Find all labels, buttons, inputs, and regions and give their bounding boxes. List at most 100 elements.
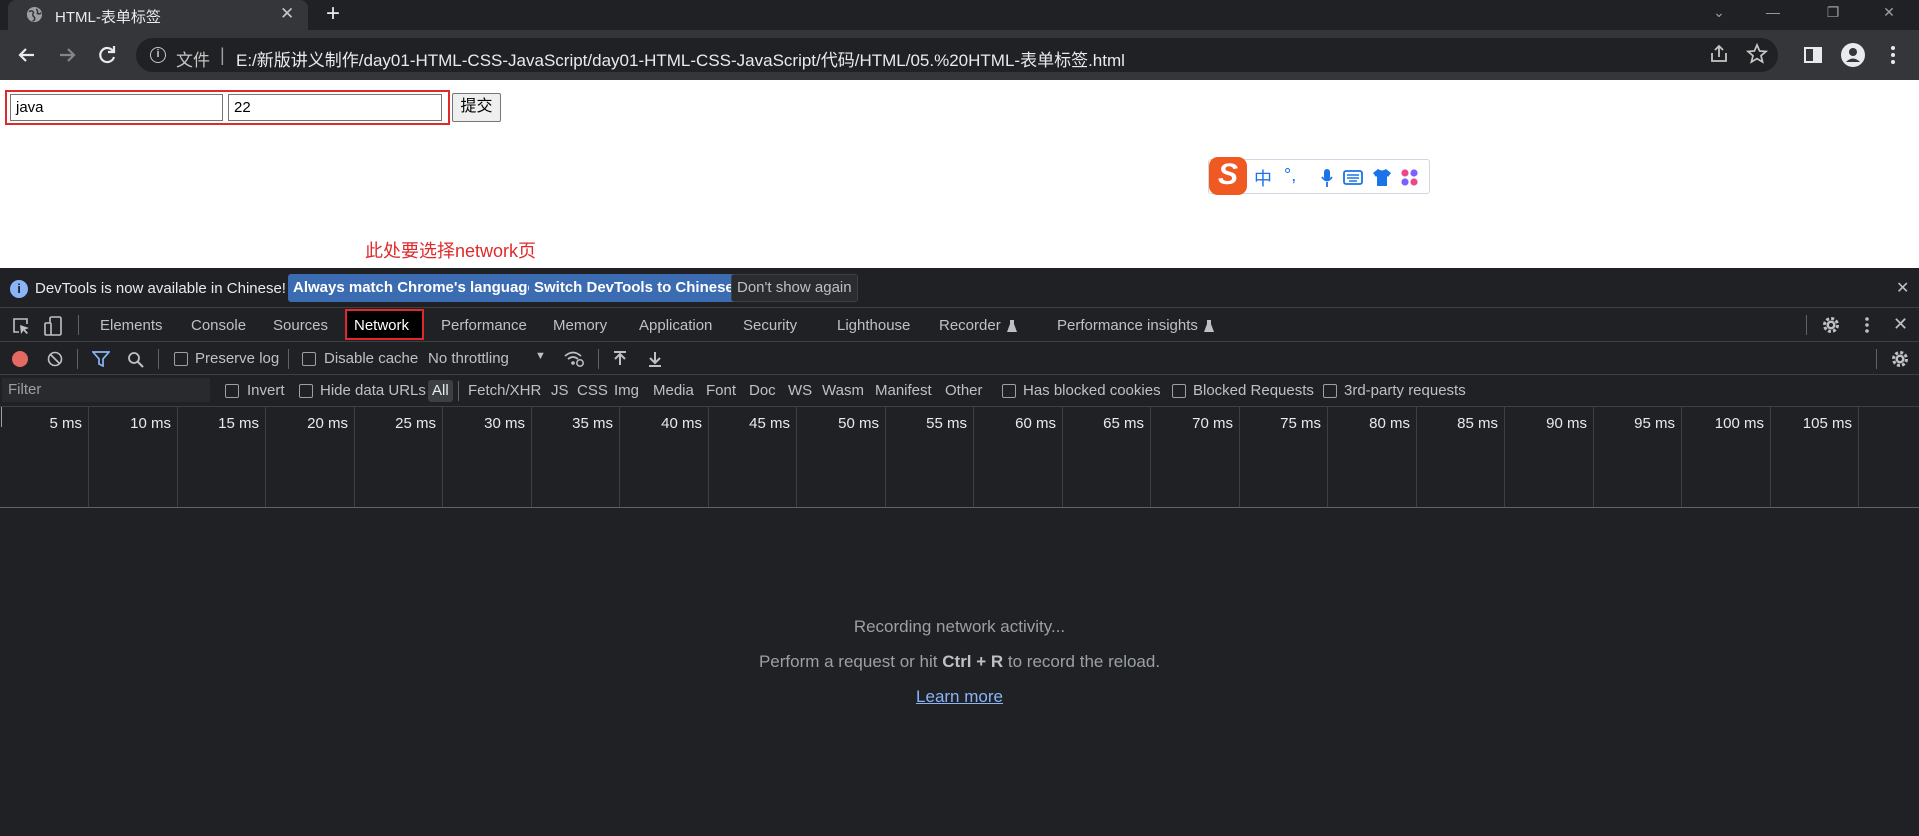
blocked-requests-checkbox[interactable] (1172, 384, 1186, 398)
devtools-more-icon[interactable] (1857, 315, 1877, 335)
skin-shirt-icon[interactable] (1372, 168, 1392, 187)
filter-funnel-icon[interactable] (92, 351, 110, 367)
filter-type-all[interactable]: All (428, 380, 453, 402)
address-bar[interactable]: i 文件 | E:/新版讲义制作/day01-HTML-CSS-JavaScri… (136, 38, 1778, 72)
disable-cache-label: Disable cache (324, 350, 419, 367)
preserve-log-label: Preserve log (195, 350, 280, 367)
devtools-close-icon[interactable]: ✕ (1893, 314, 1908, 335)
timeline-tick-label: 85 ms (1457, 415, 1498, 432)
search-icon[interactable] (127, 351, 144, 368)
tab-recorder[interactable]: Recorder (939, 317, 1001, 334)
network-conditions-wifi-icon[interactable] (563, 350, 585, 368)
microphone-icon[interactable] (1320, 168, 1334, 188)
new-tab-icon[interactable]: + (326, 0, 340, 28)
settings-gear-icon[interactable] (1821, 315, 1841, 335)
has-blocked-cookies-checkbox[interactable] (1002, 384, 1016, 398)
username-input[interactable]: java (10, 94, 223, 121)
timeline-gridline (442, 407, 443, 507)
preserve-log-checkbox[interactable] (174, 352, 188, 366)
tab-memory[interactable]: Memory (553, 317, 607, 334)
timeline-gridline (1239, 407, 1240, 507)
filter-type-media[interactable]: Media (653, 382, 694, 399)
minimize-icon[interactable]: — (1750, 0, 1796, 26)
clear-icon[interactable] (47, 351, 63, 367)
ime-punct-toggle[interactable]: °, (1284, 165, 1296, 186)
filter-type-other[interactable]: Other (945, 382, 983, 399)
filter-type-fetch-xhr[interactable]: Fetch/XHR (468, 382, 541, 399)
site-info-icon[interactable]: i (150, 47, 166, 63)
tab-close-icon[interactable]: ✕ (280, 4, 294, 24)
tab-search-icon[interactable]: ⌄ (1696, 0, 1742, 26)
ime-mode-toggle[interactable]: 中 (1254, 165, 1272, 191)
scheme-separator: | (220, 45, 225, 65)
window-close-icon[interactable]: ✕ (1866, 0, 1912, 26)
device-toolbar-icon[interactable] (43, 315, 63, 337)
hide-data-urls-checkbox[interactable] (299, 384, 313, 398)
timeline-gridline (885, 407, 886, 507)
tab-network[interactable]: Network (345, 309, 424, 340)
inspect-element-icon[interactable] (11, 316, 31, 336)
divider (158, 349, 159, 369)
filter-type-doc[interactable]: Doc (749, 382, 776, 399)
third-party-requests-checkbox[interactable] (1323, 384, 1337, 398)
filter-type-img[interactable]: Img (614, 382, 639, 399)
dont-show-again-button[interactable]: Don't show again (731, 274, 858, 302)
tab-security[interactable]: Security (743, 317, 797, 334)
ime-toolbar: S 中 °, (1208, 157, 1430, 195)
timeline-gridline (1770, 407, 1771, 507)
timeline-tick-label: 60 ms (1015, 415, 1056, 432)
tab-lighthouse[interactable]: Lighthouse (837, 317, 910, 334)
back-icon[interactable] (14, 42, 40, 68)
submit-button[interactable]: 提交 (452, 93, 501, 122)
network-timeline-overview[interactable]: 5 ms 10 ms 15 ms 20 ms 25 ms 30 ms 35 ms 40 ms 4… (0, 407, 1919, 508)
url-text[interactable]: E:/新版讲义制作/day01-HTML-CSS-JavaScript/day0… (236, 46, 1125, 71)
filter-type-font[interactable]: Font (706, 382, 736, 399)
sogou-logo-icon[interactable]: S (1209, 157, 1247, 195)
tab-elements[interactable]: Elements (100, 317, 163, 334)
timeline-tick-label: 100 ms (1714, 415, 1764, 432)
always-match-language-button[interactable]: Always match Chrome's language (288, 274, 541, 302)
timeline-gridline (1504, 407, 1505, 507)
timeline-tick-label: 45 ms (749, 415, 790, 432)
more-menu-icon[interactable] (1880, 42, 1906, 68)
reload-icon[interactable] (94, 42, 120, 68)
filter-input[interactable]: Filter (2, 378, 210, 402)
export-har-icon[interactable] (647, 350, 663, 368)
learn-more-label: Learn more (916, 687, 1003, 706)
learn-more-link[interactable]: Learn more (0, 687, 1919, 707)
filter-type-manifest[interactable]: Manifest (875, 382, 932, 399)
infobar-close-icon[interactable]: ✕ (1896, 278, 1909, 298)
tab-performance[interactable]: Performance (441, 317, 527, 334)
browser-tab[interactable]: HTML-表单标签 ✕ (8, 0, 308, 30)
recording-status-text: Recording network activity... (853, 617, 1066, 636)
timeline-tick-label: 95 ms (1634, 415, 1675, 432)
filter-type-ws[interactable]: WS (788, 382, 812, 399)
record-icon[interactable] (12, 351, 28, 367)
age-input[interactable]: 22 (228, 94, 442, 121)
filter-type-wasm[interactable]: Wasm (822, 382, 864, 399)
filter-type-css[interactable]: CSS (577, 382, 608, 399)
tab-sources[interactable]: Sources (273, 317, 328, 334)
share-icon[interactable] (1708, 43, 1730, 65)
tab-performance-insights[interactable]: Performance insights (1057, 317, 1198, 334)
side-panel-icon[interactable] (1800, 42, 1826, 68)
infobar-message: DevTools is now available in Chinese! (35, 280, 286, 297)
invert-checkbox[interactable] (225, 384, 239, 398)
tab-console[interactable]: Console (191, 317, 246, 334)
bookmark-star-icon[interactable] (1746, 43, 1768, 65)
profile-avatar-icon[interactable] (1840, 42, 1866, 68)
tab-application[interactable]: Application (639, 317, 712, 334)
timeline-tick-label: 55 ms (926, 415, 967, 432)
restore-icon[interactable]: ❐ (1810, 0, 1856, 26)
keyboard-icon[interactable] (1343, 170, 1363, 185)
forward-icon[interactable] (54, 42, 80, 68)
import-har-icon[interactable] (612, 350, 628, 368)
network-settings-gear-icon[interactable] (1890, 349, 1910, 369)
switch-to-chinese-button[interactable]: Switch DevTools to Chinese (529, 274, 739, 302)
filter-type-js[interactable]: JS (551, 382, 569, 399)
invert-label: Invert (247, 382, 285, 399)
toolbox-grid-icon[interactable] (1400, 168, 1419, 187)
disable-cache-checkbox[interactable] (302, 352, 316, 366)
throttling-dropdown-arrow-icon[interactable]: ▼ (535, 350, 546, 362)
throttling-select[interactable]: No throttling (428, 350, 509, 367)
